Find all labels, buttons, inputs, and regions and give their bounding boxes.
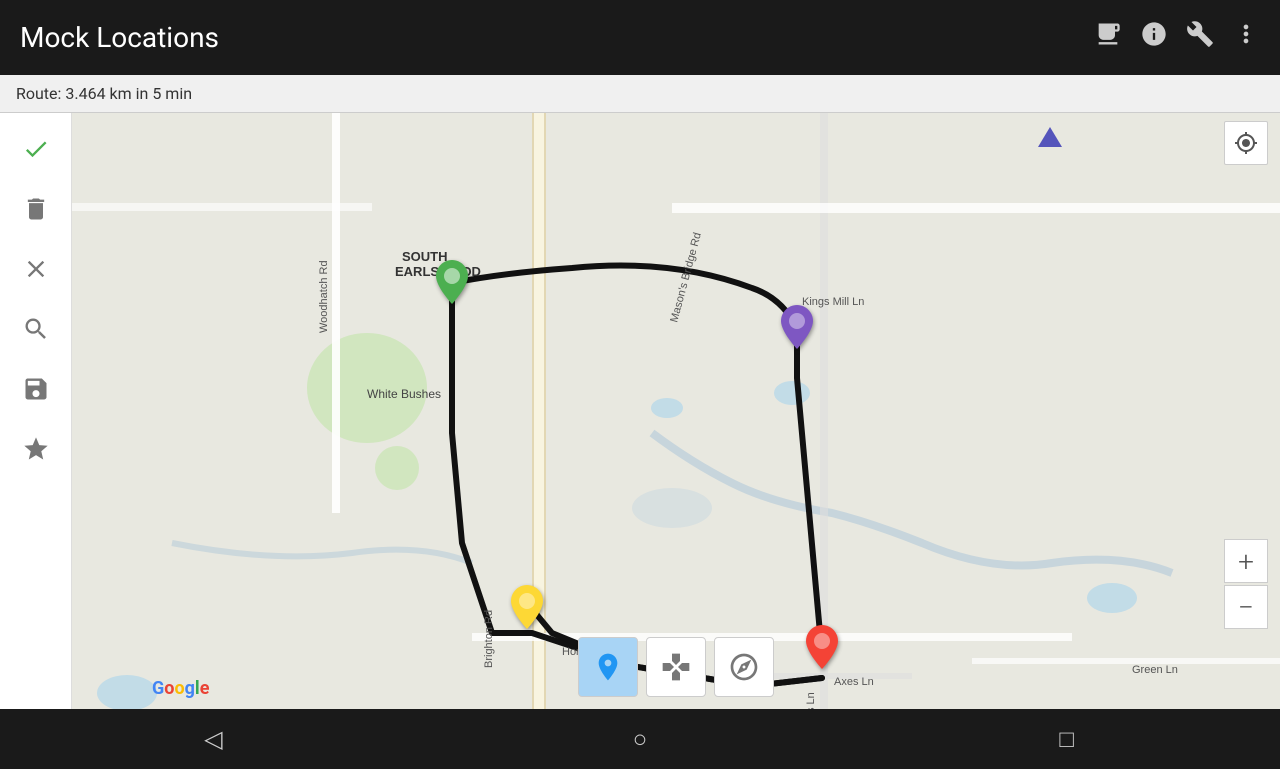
clear-button[interactable] [8,241,64,297]
start-pin[interactable] [436,260,468,308]
svg-text:White Bushes: White Bushes [367,387,441,401]
main-area: SOUTH EARLSWOOD White Bushes Kings Mill … [0,113,1280,709]
recents-button[interactable]: □ [1037,709,1097,769]
svg-text:Pickets Ln: Pickets Ln [805,692,817,709]
svg-text:Axes Ln: Axes Ln [834,676,874,688]
coffee-icon[interactable] [1094,20,1122,55]
route-info-bar: Route: 3.464 km in 5 min [0,75,1280,113]
save-button[interactable] [8,361,64,417]
waypoint-pin-purple[interactable] [781,305,813,353]
back-button[interactable]: ◁ [183,709,243,769]
search-button[interactable] [8,301,64,357]
svg-text:Brighton Rd: Brighton Rd [483,610,495,668]
compass-mode-button[interactable] [714,637,774,697]
zoom-out-button[interactable]: − [1224,585,1268,629]
more-icon[interactable] [1232,20,1260,55]
gamepad-mode-button[interactable] [646,637,706,697]
zoom-in-button[interactable]: + [1224,539,1268,583]
delete-button[interactable] [8,181,64,237]
left-toolbar [0,113,72,709]
zoom-controls: + − [1224,539,1268,629]
end-pin[interactable] [806,625,838,673]
waypoint-pin-yellow[interactable] [511,585,543,633]
map-view[interactable]: SOUTH EARLSWOOD White Bushes Kings Mill … [72,113,1280,709]
locate-button[interactable] [1224,121,1268,165]
confirm-button[interactable] [8,121,64,177]
app-title: Mock Locations [20,21,1094,54]
svg-text:Green Ln: Green Ln [1132,664,1178,676]
topbar-icons [1094,20,1260,55]
location-mode-button[interactable] [578,637,638,697]
mode-buttons [578,637,774,697]
svg-text:Woodhatch Rd: Woodhatch Rd [318,260,330,333]
bottom-nav-bar: ◁ ○ □ [0,709,1280,769]
google-logo: Google [152,678,209,699]
topbar: Mock Locations [0,0,1280,75]
favorite-button[interactable] [8,421,64,477]
info-icon[interactable] [1140,20,1168,55]
route-text: Route: 3.464 km in 5 min [16,84,192,103]
wrench-icon[interactable] [1186,20,1214,55]
home-button[interactable]: ○ [610,709,670,769]
